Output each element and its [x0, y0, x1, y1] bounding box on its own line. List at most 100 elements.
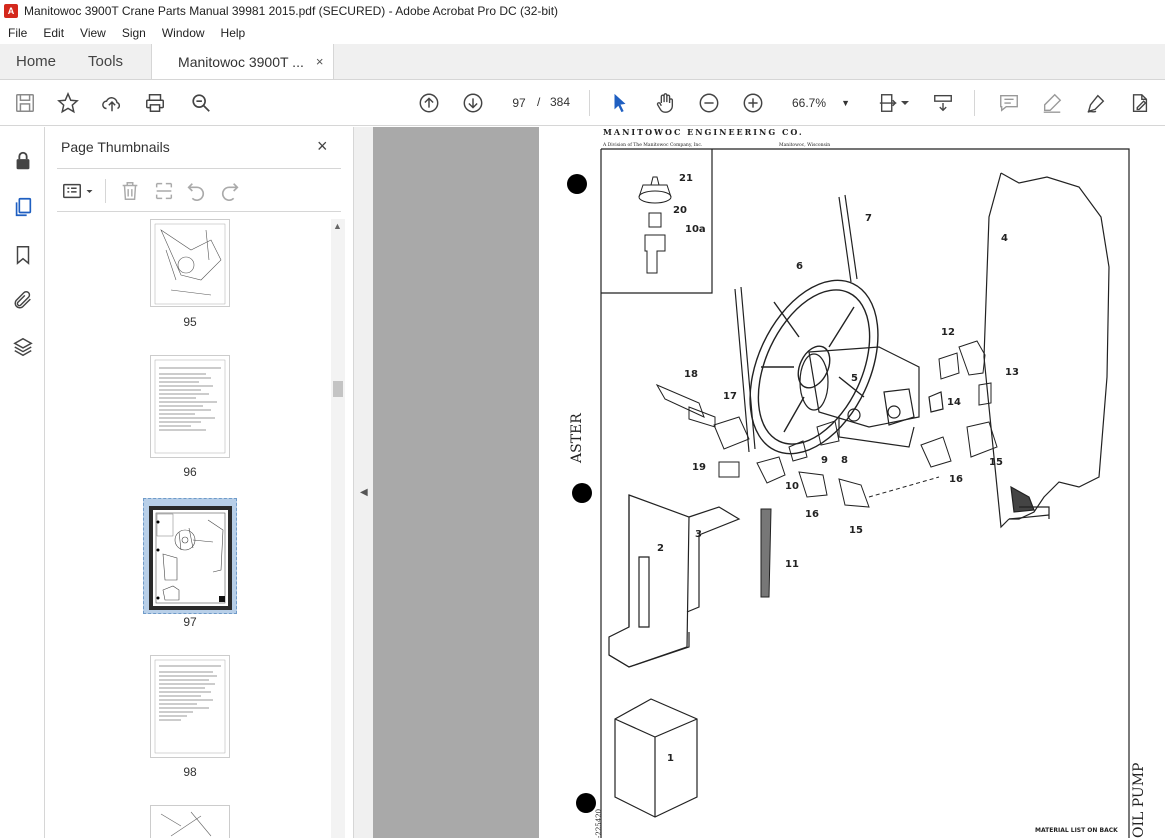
collapse-panel-arrow-icon[interactable]: ◀: [360, 487, 368, 498]
close-tab-icon[interactable]: ×: [316, 54, 324, 69]
thumbnail-label: 96: [183, 465, 197, 479]
left-navigation-rail: [0, 127, 45, 838]
save-icon[interactable]: [13, 91, 37, 115]
menu-bar: File Edit View Sign Window Help: [0, 22, 1165, 44]
callout-label: 1: [667, 753, 674, 764]
close-panel-icon[interactable]: ×: [317, 136, 328, 157]
thumbnail-list: 95 96 97 98: [45, 219, 345, 838]
panel-title: Page Thumbnails: [61, 139, 170, 155]
upload-cloud-icon[interactable]: [100, 91, 124, 115]
tab-document-label: Manitowoc 3900T ...: [178, 53, 304, 70]
acrobat-app-icon: A: [4, 4, 18, 18]
callout-label: 6: [796, 261, 803, 272]
thumbnail-page-96[interactable]: [150, 355, 230, 458]
tool-divider: [105, 179, 106, 203]
edit-pdf-icon[interactable]: [1128, 91, 1152, 115]
callout-label: 9: [821, 455, 828, 466]
thumbnail-label: 97: [183, 615, 197, 629]
print-icon[interactable]: [143, 91, 167, 115]
previous-page-icon[interactable]: [417, 91, 441, 115]
toolbar-divider: [974, 90, 975, 116]
callout-label: 7: [865, 213, 872, 224]
callout-label: 16: [805, 509, 819, 520]
callout-label: 8: [841, 455, 848, 466]
zoom-search-icon[interactable]: [189, 91, 213, 115]
thumbnail-page-99[interactable]: [150, 805, 230, 838]
zoom-out-icon[interactable]: [697, 91, 721, 115]
callout-label: 19: [692, 462, 706, 473]
chevron-down-icon[interactable]: [899, 91, 911, 115]
extract-pages-icon[interactable]: [153, 180, 175, 202]
callout-label: 21: [679, 173, 693, 184]
menu-edit[interactable]: Edit: [35, 26, 72, 40]
select-cursor-icon[interactable]: [608, 91, 632, 115]
highlight-pen-icon[interactable]: [1040, 91, 1064, 115]
thumbnail-page-95[interactable]: [150, 219, 230, 307]
thumbnail-page-98[interactable]: [150, 655, 230, 758]
scrollbar-thumb[interactable]: [333, 381, 343, 397]
zoom-in-icon[interactable]: [741, 91, 765, 115]
callout-label: 18: [684, 369, 698, 380]
page-fit-icon[interactable]: [877, 91, 901, 115]
document-viewport[interactable]: MANITOWOC ENGINEERING CO. A Division of …: [373, 127, 1165, 838]
callout-label: 3: [695, 529, 702, 540]
side-caption-left: ASTER: [569, 413, 585, 463]
layers-icon[interactable]: [11, 335, 35, 359]
options-menu-icon[interactable]: [61, 180, 83, 202]
callout-label: 14: [947, 397, 961, 408]
tab-tools[interactable]: Tools: [72, 44, 139, 79]
hand-tool-icon[interactable]: [653, 91, 677, 115]
thumbnail-label: 98: [183, 765, 197, 779]
thumbnail-page-97[interactable]: [149, 506, 232, 610]
page-number-input[interactable]: 97: [505, 90, 533, 114]
menu-window[interactable]: Window: [154, 26, 213, 40]
callout-label: 16: [949, 474, 963, 485]
menu-sign[interactable]: Sign: [114, 26, 154, 40]
page-thumbnails-icon[interactable]: [11, 195, 35, 219]
next-page-icon[interactable]: [461, 91, 485, 115]
window-title: Manitowoc 3900T Crane Parts Manual 39981…: [24, 4, 559, 18]
callout-label: 12: [941, 327, 955, 338]
tab-home[interactable]: Home: [0, 44, 72, 79]
sign-pen-icon[interactable]: [1084, 91, 1108, 115]
chevron-down-icon[interactable]: [85, 187, 94, 196]
page-thumbnails-panel: Page Thumbnails × 95 96 97 98 ▲: [45, 127, 353, 838]
side-caption-right: OIL PUMP: [1131, 762, 1147, 838]
comment-icon[interactable]: [997, 91, 1021, 115]
thumbnail-drawing: [154, 223, 226, 305]
panel-divider: [57, 211, 341, 212]
toolbar-divider: [589, 90, 590, 116]
bookmark-star-icon[interactable]: [56, 91, 80, 115]
panel-splitter[interactable]: ◀: [353, 127, 373, 838]
thumbnail-scrollbar[interactable]: ▲: [331, 219, 345, 838]
callout-label: 15: [989, 457, 1003, 468]
drawing-number: -225420: [595, 808, 603, 838]
zoom-level-value: 66.7%: [792, 96, 827, 110]
bookmarks-icon[interactable]: [11, 243, 35, 267]
thumbnail-label: 95: [183, 315, 197, 329]
tab-document[interactable]: Manitowoc 3900T ... ×: [151, 44, 335, 79]
menu-view[interactable]: View: [72, 26, 114, 40]
tab-bar: Home Tools Manitowoc 3900T ... ×: [0, 44, 1165, 80]
footer-caption: MATERIAL LIST ON BACK: [1035, 827, 1118, 834]
title-bar: A Manitowoc 3900T Crane Parts Manual 399…: [0, 0, 1165, 22]
scroll-mode-icon[interactable]: [931, 91, 955, 115]
callout-label: 2: [657, 543, 664, 554]
lock-icon[interactable]: [11, 149, 35, 173]
menu-file[interactable]: File: [0, 26, 35, 40]
thumbnail-drawing: [154, 359, 226, 454]
thumbnail-toolbar: [59, 177, 339, 205]
callout-label: 15: [849, 525, 863, 536]
menu-help[interactable]: Help: [213, 26, 254, 40]
callout-label: 4: [1001, 233, 1008, 244]
zoom-level-select[interactable]: 66.7% ▼: [784, 92, 856, 114]
rotate-right-icon[interactable]: [219, 180, 241, 202]
page-total: 384: [550, 95, 571, 109]
pdf-page: MANITOWOC ENGINEERING CO. A Division of …: [539, 127, 1165, 838]
scroll-up-arrow-icon[interactable]: ▲: [333, 221, 342, 231]
attachments-paperclip-icon[interactable]: [11, 288, 35, 312]
rotate-left-icon[interactable]: [185, 180, 207, 202]
chevron-down-icon: ▼: [841, 98, 850, 108]
delete-trash-icon[interactable]: [119, 180, 141, 202]
thumbnail-drawing: [155, 512, 226, 604]
